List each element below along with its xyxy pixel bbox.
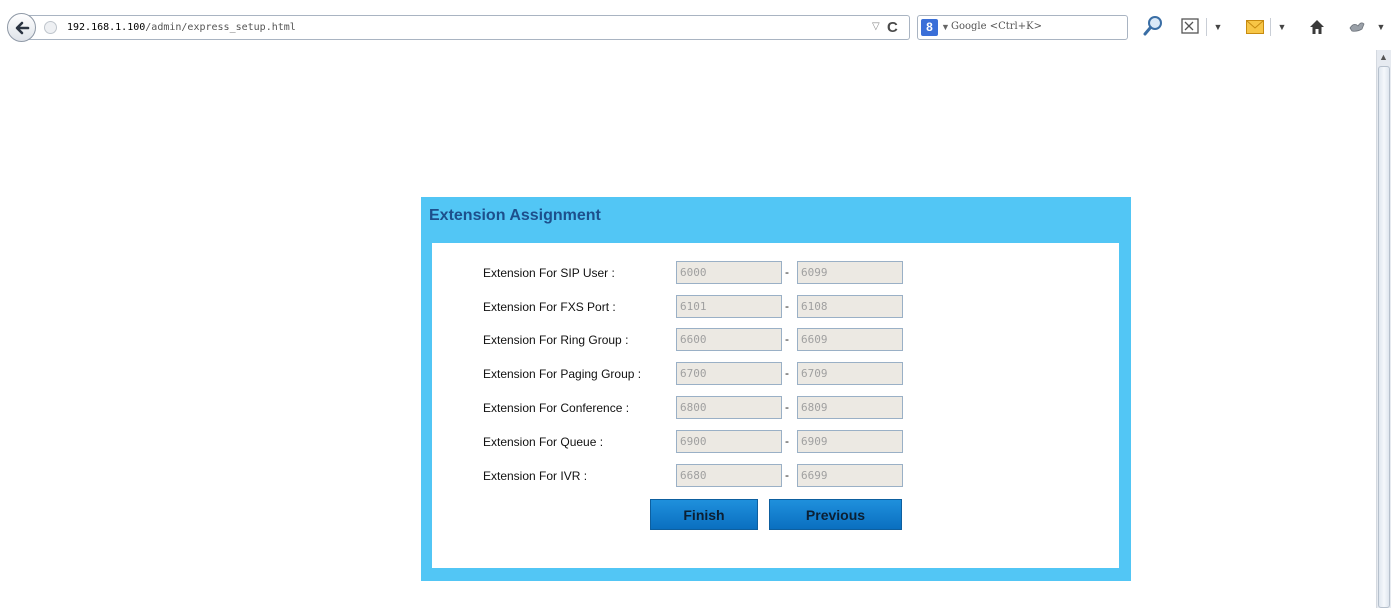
fxs-port-start-input[interactable] xyxy=(676,295,782,318)
extension-assignment-panel: Extension Assignment Extension For SIP U… xyxy=(421,197,1131,581)
url-path: /admin/express_setup.html xyxy=(145,22,296,33)
conference-start-input[interactable] xyxy=(676,396,782,419)
queue-start-input[interactable] xyxy=(676,430,782,453)
home-icon[interactable] xyxy=(1306,17,1328,37)
row-label: Extension For Conference : xyxy=(483,401,630,415)
range-separator: - xyxy=(785,299,789,313)
mail-dropdown-icon[interactable]: ▼ xyxy=(1276,17,1288,37)
fxs-port-end-input[interactable] xyxy=(797,295,903,318)
google-icon[interactable]: 8 xyxy=(921,19,938,36)
addon-icon[interactable] xyxy=(1346,17,1368,37)
range-separator: - xyxy=(785,366,789,380)
toolbar-separator xyxy=(1270,18,1271,36)
row-label: Extension For IVR : xyxy=(483,469,588,483)
screenshot-dropdown-icon[interactable]: ▼ xyxy=(1212,17,1224,37)
magnifier-icon[interactable] xyxy=(1143,15,1163,37)
conference-end-input[interactable] xyxy=(797,396,903,419)
row-label: Extension For Paging Group : xyxy=(483,367,642,381)
ivr-end-input[interactable] xyxy=(797,464,903,487)
panel-content: Extension For SIP User : - Extension For… xyxy=(432,243,1119,568)
addon-dropdown-icon[interactable]: ▼ xyxy=(1375,17,1387,37)
row-label: Extension For Ring Group : xyxy=(483,333,629,347)
search-input[interactable]: Google <Ctrl+K> xyxy=(951,21,1042,32)
screenshot-icon[interactable] xyxy=(1180,17,1202,37)
address-bar[interactable]: 192.168.1.100/admin/express_setup.html ▽… xyxy=(26,15,910,40)
back-button[interactable] xyxy=(7,13,36,42)
mail-icon[interactable] xyxy=(1244,17,1266,37)
row-label: Extension For SIP User : xyxy=(483,266,615,280)
row-conference: Extension For Conference : - xyxy=(432,396,1119,420)
paging-group-start-input[interactable] xyxy=(676,362,782,385)
search-engine-dropdown-icon[interactable]: ▼ xyxy=(941,22,950,32)
row-label: Extension For FXS Port : xyxy=(483,300,616,314)
finish-button[interactable]: Finish xyxy=(650,499,758,530)
row-fxs-port: Extension For FXS Port : - xyxy=(432,295,1119,319)
ring-group-start-input[interactable] xyxy=(676,328,782,351)
ivr-start-input[interactable] xyxy=(676,464,782,487)
previous-button[interactable]: Previous xyxy=(769,499,902,530)
paging-group-end-input[interactable] xyxy=(797,362,903,385)
range-separator: - xyxy=(785,468,789,482)
reload-icon[interactable]: C xyxy=(887,19,898,36)
range-separator: - xyxy=(785,400,789,414)
row-queue: Extension For Queue : - xyxy=(432,430,1119,454)
row-sip-user: Extension For SIP User : - xyxy=(432,261,1119,285)
url-host: 192.168.1.100 xyxy=(67,22,146,33)
queue-end-input[interactable] xyxy=(797,430,903,453)
scrollbar-thumb[interactable] xyxy=(1378,66,1390,608)
scroll-up-arrow-icon[interactable]: ▲ xyxy=(1379,52,1388,62)
range-separator: - xyxy=(785,265,789,279)
row-ring-group: Extension For Ring Group : - xyxy=(432,328,1119,352)
sip-user-start-input[interactable] xyxy=(676,261,782,284)
url-history-dropdown-icon[interactable]: ▽ xyxy=(872,21,880,32)
search-bar[interactable]: 8 ▼ Google <Ctrl+K> xyxy=(917,15,1128,40)
ring-group-end-input[interactable] xyxy=(797,328,903,351)
toolbar-separator xyxy=(1206,18,1207,36)
panel-title: Extension Assignment xyxy=(429,207,601,224)
url-text[interactable]: 192.168.1.100/admin/express_setup.html xyxy=(67,22,296,33)
range-separator: - xyxy=(785,332,789,346)
row-ivr: Extension For IVR : - xyxy=(432,464,1119,488)
sip-user-end-input[interactable] xyxy=(797,261,903,284)
row-paging-group: Extension For Paging Group : - xyxy=(432,362,1119,386)
browser-toolbar: 192.168.1.100/admin/express_setup.html ▽… xyxy=(0,0,1391,50)
back-arrow-icon xyxy=(15,21,29,34)
globe-icon xyxy=(44,21,57,34)
row-label: Extension For Queue : xyxy=(483,435,604,449)
range-separator: - xyxy=(785,434,789,448)
